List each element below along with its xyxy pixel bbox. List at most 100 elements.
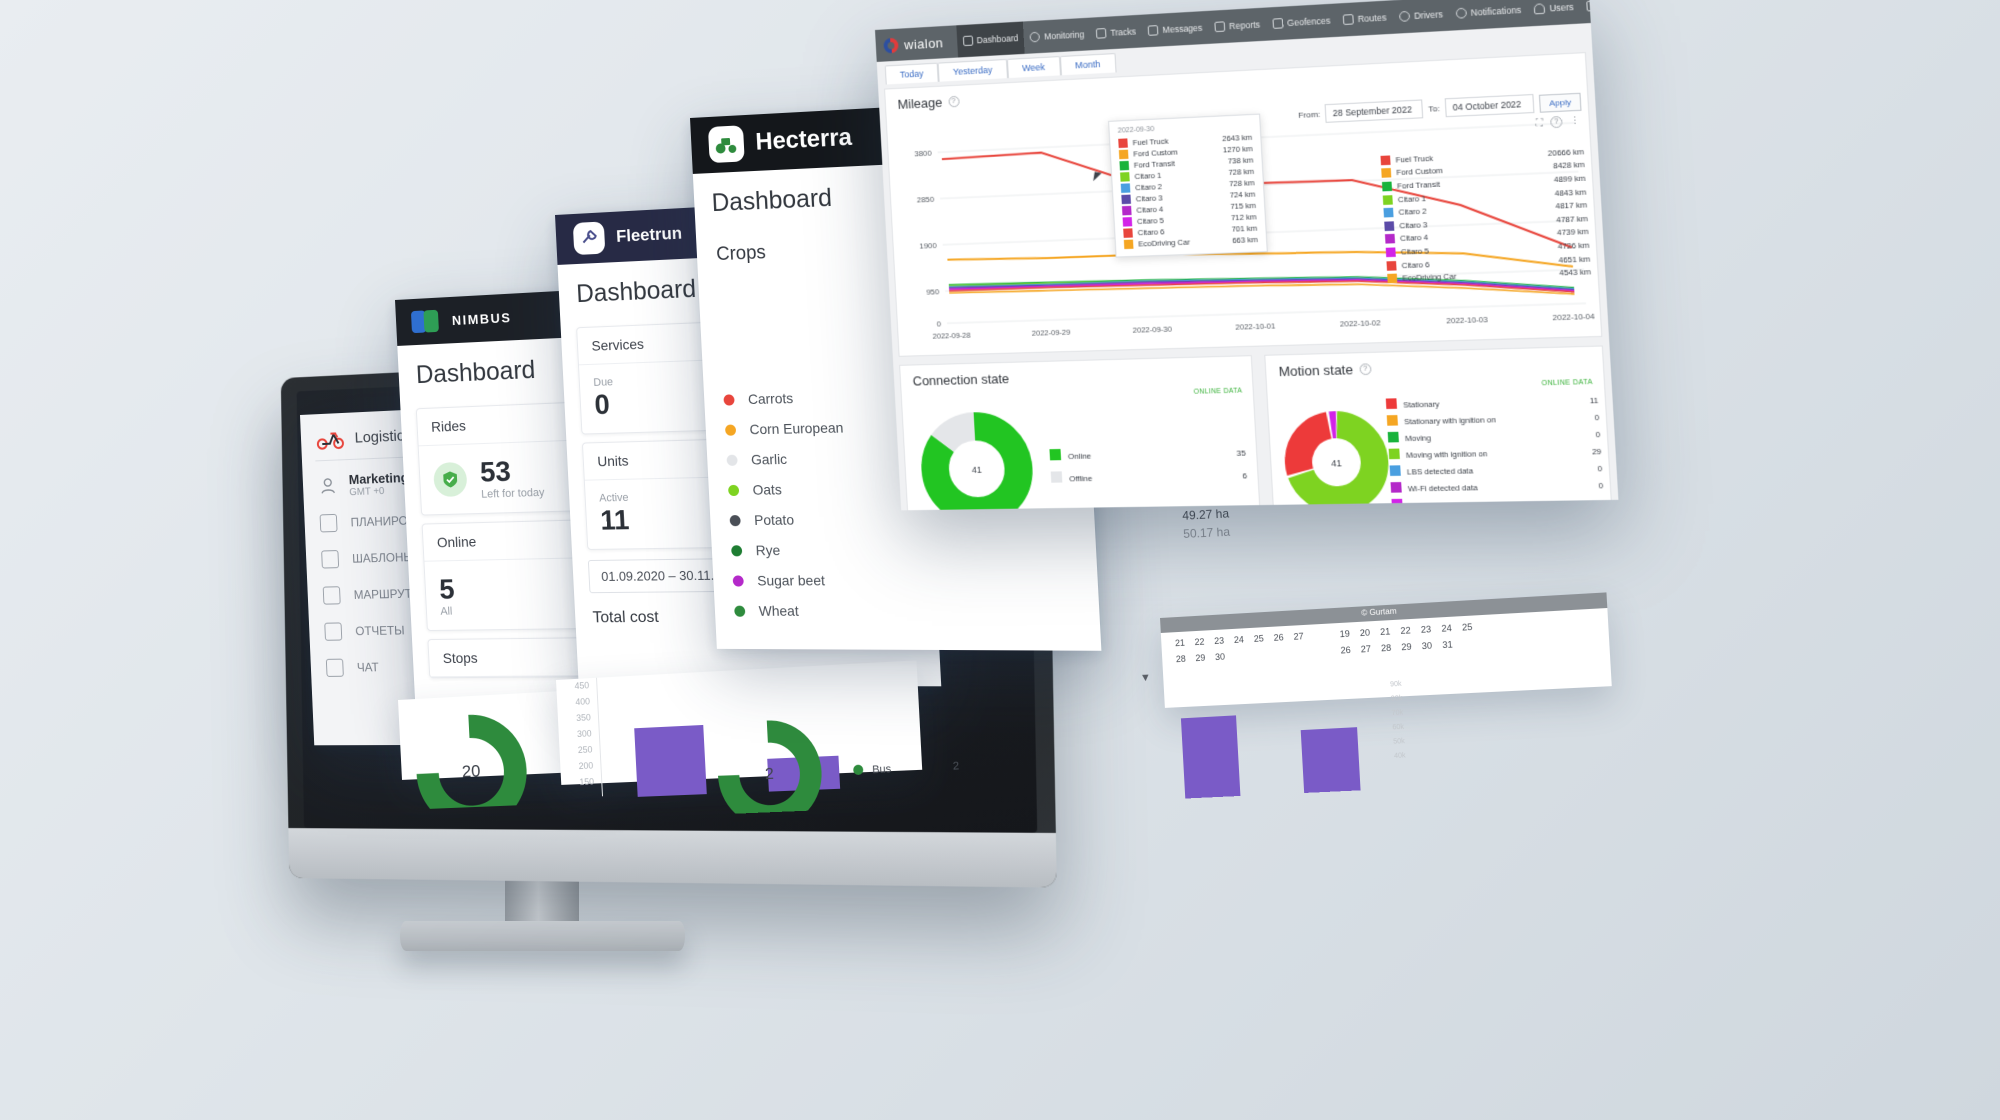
series-value: 663 km: [1231, 234, 1259, 246]
check-shield-icon: [432, 461, 468, 498]
svg-text:41: 41: [972, 465, 983, 475]
svg-text:450: 450: [574, 680, 589, 691]
nav-item-messages[interactable]: Messages: [1141, 11, 1209, 48]
svg-text:50k: 50k: [1393, 738, 1405, 746]
nav-item-monitoring[interactable]: Monitoring: [1023, 18, 1091, 54]
bus-icon: [410, 308, 441, 336]
card-value: 53: [479, 455, 512, 488]
series-total: 20666 km: [1547, 146, 1585, 158]
svg-text:Stationary with ignition on: Stationary with ignition on: [1404, 415, 1496, 427]
help-icon[interactable]: ?: [947, 95, 960, 108]
svg-text:29: 29: [1592, 447, 1602, 457]
bar-chart-icon: [962, 35, 974, 47]
svg-text:35: 35: [1236, 448, 1246, 458]
crop-color-dot: [727, 484, 740, 496]
series-name: Fuel Truck: [1132, 136, 1169, 148]
nav-label: Units: [1601, 0, 1619, 11]
scooter-icon: [316, 427, 346, 450]
to-label: To:: [1428, 103, 1441, 114]
series-swatch: [1383, 207, 1394, 218]
svg-text:2022-09-30: 2022-09-30: [1133, 324, 1173, 335]
crop-name: Garlic: [750, 450, 788, 468]
nav-item-tracks[interactable]: Tracks: [1089, 15, 1143, 51]
svg-text:20: 20: [461, 761, 480, 781]
crop-list-item[interactable]: Sugar beet: [713, 564, 1099, 596]
wialon-brand: wialon: [903, 34, 944, 52]
svg-text:40k: 40k: [1394, 752, 1406, 760]
series-swatch: [1121, 205, 1132, 216]
nav-item-routes[interactable]: Routes: [1336, 0, 1394, 36]
crop-color-dot: [723, 393, 735, 406]
window-wialon[interactable]: wialon Dashboard Monitoring Tracks Messa…: [875, 0, 1619, 511]
series-swatch: [1382, 194, 1393, 205]
nav-item-users[interactable]: Users: [1527, 0, 1582, 26]
help-icon[interactable]: ?: [1359, 363, 1372, 376]
nav-item-drivers[interactable]: Drivers: [1392, 0, 1451, 34]
crop-list-item[interactable]: Rye: [711, 532, 1097, 565]
crop-name: Carrots: [747, 389, 794, 408]
series-name: Ford Custom: [1396, 166, 1444, 178]
series-name: Citaro 6: [1401, 259, 1430, 270]
fullscreen-icon[interactable]: ⛶: [1535, 117, 1543, 129]
scroll-down-arrow-icon[interactable]: ▼: [1140, 672, 1152, 685]
nav-item-reports[interactable]: Reports: [1208, 8, 1268, 44]
track-icon: [1095, 27, 1107, 39]
fleetrun-title: Fleetrun: [615, 223, 683, 246]
svg-text:3800: 3800: [914, 148, 933, 158]
user-icon: [318, 476, 338, 497]
tab-today[interactable]: Today: [884, 62, 939, 85]
online-data-tag: ONLINE DATA: [1193, 387, 1243, 396]
svg-text:Stationary: Stationary: [1403, 399, 1440, 409]
mileage-title: Mileage: [897, 94, 943, 112]
series-swatch: [1121, 194, 1131, 205]
panel-connection-state: Connection state ONLINE DATA 41 Online 3…: [899, 355, 1262, 511]
card-label: Left for today: [480, 486, 545, 501]
series-total: 4739 km: [1556, 226, 1589, 238]
series-name: Citaro 6: [1137, 227, 1165, 238]
svg-text:80k: 80k: [1391, 695, 1403, 703]
series-total: 4543 km: [1558, 267, 1592, 278]
series-total: 4843 km: [1554, 186, 1587, 198]
series-swatch: [1120, 183, 1131, 193]
crop-list-item[interactable]: Wheat: [714, 595, 1100, 626]
series-name: Ford Custom: [1133, 147, 1178, 159]
svg-text:2022-10-02: 2022-10-02: [1340, 318, 1381, 329]
series-name: Citaro 1: [1397, 193, 1427, 204]
series-swatch: [1380, 155, 1391, 166]
series-name: Citaro 5: [1400, 246, 1430, 257]
nav-item-notifications[interactable]: Notifications: [1448, 0, 1528, 31]
tab-month[interactable]: Month: [1059, 53, 1117, 76]
tab-week[interactable]: Week: [1006, 56, 1061, 79]
nav-item-units[interactable]: Units: [1579, 0, 1618, 24]
svg-text:LBS detected data: LBS detected data: [1407, 466, 1475, 477]
nav-label: Messages: [1162, 22, 1203, 36]
steering-icon: [1398, 10, 1411, 22]
nav-item-dashboard[interactable]: Dashboard: [956, 21, 1026, 58]
panel-menu-icon[interactable]: ⋮: [1570, 115, 1581, 127]
calendar-week: 19 20 21 22 23 24 25: [1339, 621, 1473, 640]
svg-text:Moving: Moving: [1405, 433, 1431, 443]
motion-donut-chart: 41 Stationary 11 Stationary with ignition…: [1272, 389, 1604, 510]
crop-name: Corn European: [749, 419, 844, 438]
message-icon: [1147, 25, 1159, 36]
calendar-left[interactable]: 21 22 23 24 25 26 27 28 29 30: [1175, 631, 1305, 664]
nav-label: Users: [1549, 1, 1575, 14]
series-total: 4651 km: [1558, 253, 1591, 265]
online-data-tag: ONLINE DATA: [1541, 378, 1594, 388]
bus-icon: [1586, 0, 1599, 12]
logistics-user-name: Marketing: [348, 469, 409, 488]
nav-item-geofences[interactable]: Geofences: [1265, 4, 1337, 41]
svg-text:0: 0: [1594, 413, 1599, 423]
calendar-week: 28 29 30: [1175, 651, 1226, 665]
nav-label: Dashboard: [976, 32, 1019, 46]
panel-motion-state: Motion state ? ONLINE DATA 41 Stationary…: [1264, 345, 1614, 511]
chart-tooltip: 2022-09-30 Fuel Truck 2643 km Ford Custom…: [1108, 113, 1268, 258]
nav-label: Monitoring: [1043, 29, 1085, 42]
series-value: 738 km: [1227, 155, 1254, 166]
calendar-right[interactable]: 19 20 21 22 23 24 25 26 27 28 29 30 31: [1339, 622, 1473, 656]
svg-text:2: 2: [765, 765, 775, 783]
panel-help-icon[interactable]: ?: [1549, 115, 1563, 129]
crop-color-dot: [726, 454, 738, 466]
tab-yesterday[interactable]: Yesterday: [937, 58, 1008, 82]
crop-color-dot: [724, 424, 737, 436]
